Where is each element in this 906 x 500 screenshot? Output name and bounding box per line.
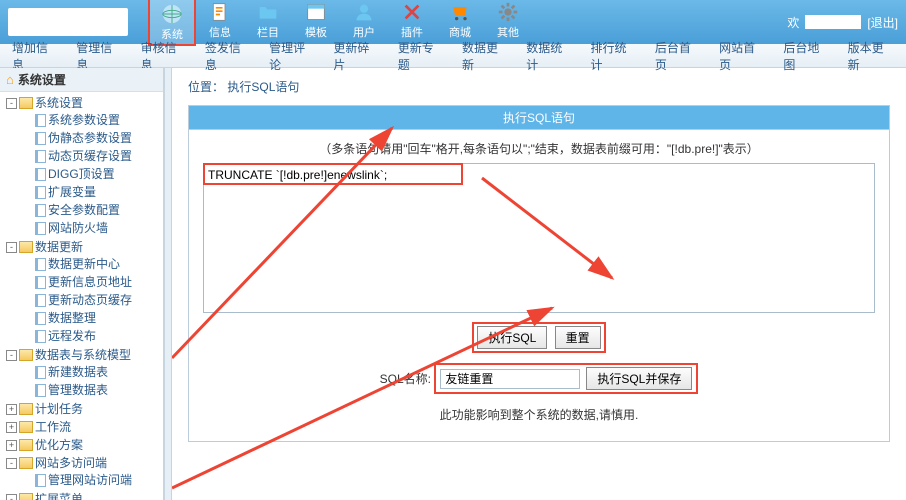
greeting-prefix: 欢: [787, 14, 799, 31]
reset-button[interactable]: 重置: [555, 326, 601, 349]
page-icon: [35, 276, 46, 289]
exec-sql-button[interactable]: 执行SQL: [477, 326, 547, 349]
tree-item[interactable]: +优化方案: [4, 437, 163, 453]
tree-item[interactable]: 更新信息页地址: [20, 274, 163, 290]
divider[interactable]: [164, 68, 172, 500]
tree-toggle-icon[interactable]: +: [6, 404, 17, 415]
folder-icon: [256, 0, 280, 24]
folder-icon: [19, 421, 33, 433]
tree-item[interactable]: -系统设置: [4, 95, 163, 111]
tree-toggle-icon[interactable]: -: [6, 458, 17, 469]
tree-item[interactable]: 数据更新中心: [20, 256, 163, 272]
tree-toggle-icon[interactable]: -: [6, 494, 17, 500]
warning-text: 此功能影响到整个系统的数据,请慎用.: [203, 406, 875, 423]
page-icon: [35, 222, 46, 235]
tree-item[interactable]: 管理数据表: [20, 382, 163, 398]
folder-icon: [19, 97, 33, 109]
page-icon: [35, 366, 46, 379]
username-masked: [805, 15, 861, 29]
cart-icon: [448, 0, 472, 24]
tree-toggle-icon[interactable]: -: [6, 242, 17, 253]
tree-item[interactable]: -网站多访问端: [4, 455, 163, 471]
page-icon: [35, 330, 46, 343]
tree-item[interactable]: -扩展菜单: [4, 491, 163, 500]
tree-toggle-icon[interactable]: -: [6, 98, 17, 109]
globe-icon: [160, 2, 184, 26]
sql-panel: 执行SQL语句 （多条语句请用"回车"格开,每条语句以";"结束，数据表前缀可用…: [188, 105, 890, 442]
logo-area: [8, 8, 128, 36]
sidebar-title: ⌂ 系统设置: [0, 68, 163, 92]
logout-link[interactable]: [退出]: [867, 14, 898, 31]
sql-name-label: SQL名称:: [380, 372, 431, 386]
tree-item[interactable]: 数据整理: [20, 310, 163, 326]
breadcrumb-link[interactable]: 执行SQL语句: [227, 80, 299, 94]
page-icon: [35, 474, 46, 487]
page-icon: [35, 168, 46, 181]
folder-icon: [19, 457, 33, 469]
content-area: 位置： 执行SQL语句 执行SQL语句 （多条语句请用"回车"格开,每条语句以"…: [172, 68, 906, 500]
page-icon: [35, 312, 46, 325]
folder-icon: [19, 439, 33, 451]
secondary-nav: 增加信息管理信息审核信息签发信息管理评论更新碎片更新专题数据更新数据统计排行统计…: [0, 44, 906, 68]
page-icon: [35, 186, 46, 199]
sql-textarea[interactable]: [203, 163, 875, 313]
tree-item[interactable]: 网站防火墙: [20, 220, 163, 236]
user-area: 欢 [退出]: [787, 14, 898, 31]
highlight-exec-buttons: 执行SQL 重置: [472, 322, 605, 353]
tree-item[interactable]: 系统参数设置: [20, 112, 163, 128]
panel-title: 执行SQL语句: [189, 106, 889, 130]
doc-icon: [208, 0, 232, 24]
page-icon: [35, 294, 46, 307]
exec-save-button[interactable]: 执行SQL并保存: [586, 367, 692, 390]
tree-item[interactable]: 新建数据表: [20, 364, 163, 380]
layout-icon: [304, 0, 328, 24]
highlight-name-row: 执行SQL并保存: [434, 363, 698, 394]
tree-item[interactable]: 远程发布: [20, 328, 163, 344]
page-icon: [35, 258, 46, 271]
tree-item[interactable]: DIGG顶设置: [20, 166, 163, 182]
top-bar: 系统信息栏目模板用户插件商城其他 欢 [退出]: [0, 0, 906, 44]
tree-item[interactable]: 伪静态参数设置: [20, 130, 163, 146]
breadcrumb: 位置： 执行SQL语句: [188, 78, 890, 95]
tree-item[interactable]: 管理网站访问端: [20, 472, 163, 488]
home-icon: ⌂: [6, 72, 14, 87]
folder-icon: [19, 349, 33, 361]
tree-item[interactable]: +计划任务: [4, 401, 163, 417]
tree-toggle-icon[interactable]: +: [6, 440, 17, 451]
tree-item[interactable]: -数据更新: [4, 239, 163, 255]
sidebar: ⌂ 系统设置 -系统设置系统参数设置伪静态参数设置动态页缓存设置 DIGG顶设置扩…: [0, 68, 164, 500]
page-icon: [35, 384, 46, 397]
tree-item[interactable]: 更新动态页缓存: [20, 292, 163, 308]
tree-toggle-icon[interactable]: +: [6, 422, 17, 433]
tree-item[interactable]: 动态页缓存设置: [20, 148, 163, 164]
page-icon: [35, 150, 46, 163]
page-icon: [35, 114, 46, 127]
gear-icon: [496, 0, 520, 24]
user-icon: [352, 0, 376, 24]
tree-item[interactable]: 扩展变量: [20, 184, 163, 200]
sidebar-tree: -系统设置系统参数设置伪静态参数设置动态页缓存设置 DIGG顶设置扩展变量安全参数…: [0, 92, 163, 500]
tree-item[interactable]: 安全参数配置: [20, 202, 163, 218]
tree-item[interactable]: +工作流: [4, 419, 163, 435]
folder-icon: [19, 241, 33, 253]
tree-item[interactable]: -数据表与系统模型: [4, 347, 163, 363]
hint-text: （多条语句请用"回车"格开,每条语句以";"结束，数据表前缀可用："[!db.p…: [203, 140, 875, 157]
tools-icon: [400, 0, 424, 24]
folder-icon: [19, 403, 33, 415]
page-icon: [35, 132, 46, 145]
page-icon: [35, 204, 46, 217]
sql-name-input[interactable]: [440, 369, 580, 389]
folder-icon: [19, 493, 33, 500]
tree-toggle-icon[interactable]: -: [6, 350, 17, 361]
